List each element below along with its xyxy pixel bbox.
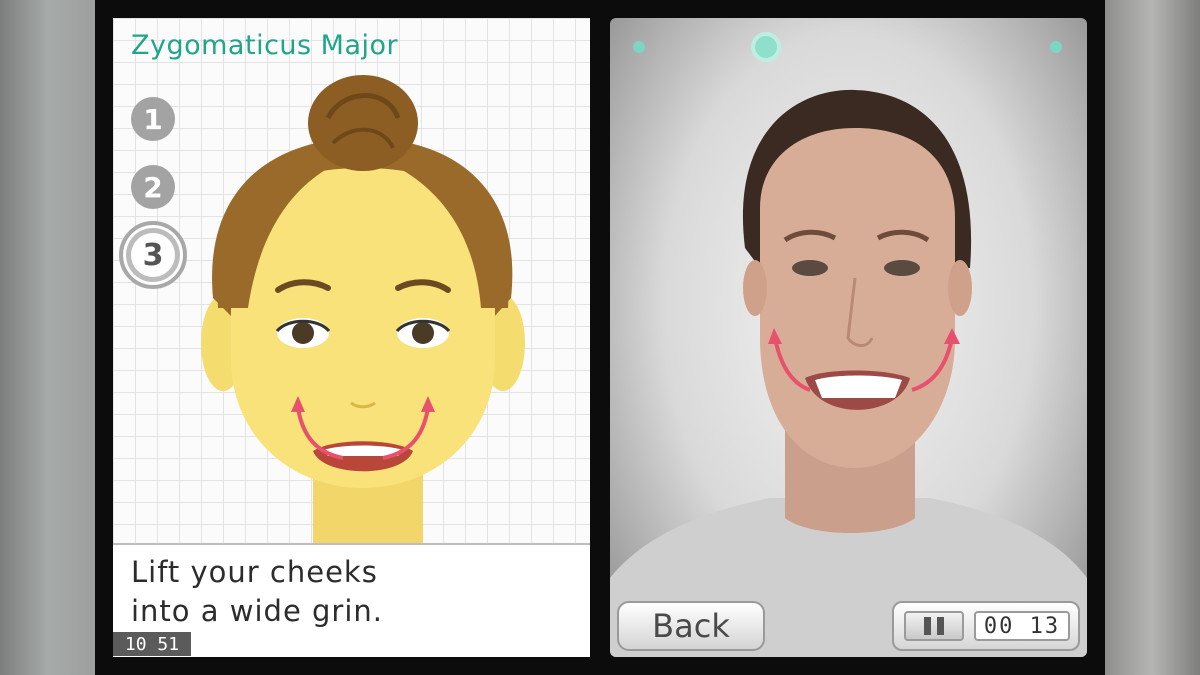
step-3-indicator: 3 — [119, 221, 187, 289]
playback-controls: 00 13 — [892, 601, 1080, 651]
instruction-line-2: into a wide grin. — [131, 594, 383, 628]
illustrated-face — [201, 75, 525, 548]
pause-icon — [924, 617, 931, 635]
elapsed-timer: 00 13 — [974, 611, 1070, 641]
step-1-indicator: 1 — [131, 97, 175, 141]
instruction-screen: Zygomaticus Major 1 2 3 Lift your cheeks… — [113, 18, 590, 657]
camera-screen: Back 00 13 — [610, 18, 1087, 657]
step-2-indicator: 2 — [131, 165, 175, 209]
exercise-title: Zygomaticus Major — [131, 30, 399, 61]
camera-feed-person — [610, 89, 1087, 657]
back-button[interactable]: Back — [617, 601, 765, 651]
system-clock: 10 51 — [113, 632, 191, 656]
instruction-line-1: Lift your cheeks — [131, 555, 378, 589]
pause-button[interactable] — [904, 611, 964, 641]
